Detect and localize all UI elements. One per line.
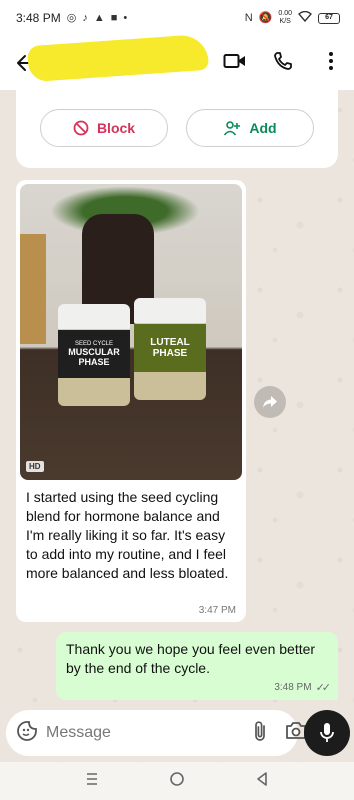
- mute-icon: 🔕: [258, 11, 273, 24]
- status-bar: 3:48 PM ◎ ♪ ▲ ■ • N 🔕 0.00 K/S 67: [0, 0, 354, 36]
- photo-background-object: [20, 234, 46, 344]
- incoming-message-bubble[interactable]: SEED CYCLE MUSCULAR PHASE LUTEAL PHASE H…: [16, 180, 246, 622]
- back-triangle-icon: [257, 771, 267, 786]
- wifi-icon: [298, 10, 312, 25]
- video-call-icon: [223, 54, 245, 68]
- microphone-icon: [320, 723, 334, 742]
- unknown-contact-card: Block Add: [16, 88, 338, 168]
- product-jar-muscular: SEED CYCLE MUSCULAR PHASE: [58, 304, 130, 406]
- network-speed: 0.00 K/S: [278, 10, 292, 25]
- battery-icon: 67: [318, 12, 340, 24]
- forward-button[interactable]: [254, 386, 286, 418]
- block-label: Block: [96, 120, 136, 136]
- message-input[interactable]: [46, 724, 253, 742]
- voice-call-icon: [274, 52, 292, 70]
- incoming-message-text: I started using the seed cycling blend f…: [26, 489, 229, 581]
- dot-icon: •: [123, 11, 128, 24]
- hd-badge: HD: [26, 461, 44, 472]
- outgoing-message-time: 3:48 PM: [274, 682, 312, 693]
- more-vert-icon: [329, 52, 333, 70]
- outgoing-message-text: Thank you we hope you feel even better b…: [66, 641, 316, 676]
- paperclip-icon: [255, 720, 265, 741]
- product-jar-luteal: LUTEAL PHASE: [134, 298, 206, 400]
- video-call-button[interactable]: [222, 48, 248, 74]
- add-person-icon: [224, 121, 241, 136]
- double-check-icon: ✓✓: [315, 682, 332, 694]
- sticker-icon: [17, 720, 37, 741]
- voice-call-button[interactable]: [270, 48, 296, 74]
- recent-apps-icon: [87, 772, 97, 785]
- recent-apps-button[interactable]: [85, 772, 99, 791]
- alert-icon: ▲: [93, 11, 105, 24]
- voice-message-button[interactable]: [304, 710, 350, 756]
- home-button[interactable]: [169, 771, 185, 792]
- message-photo[interactable]: SEED CYCLE MUSCULAR PHASE LUTEAL PHASE H…: [20, 184, 242, 480]
- chat-header: [0, 33, 354, 90]
- back-nav-button[interactable]: [255, 771, 269, 792]
- block-icon: [73, 120, 89, 136]
- home-icon: [170, 771, 184, 786]
- add-label: Add: [249, 120, 277, 136]
- product-2-label: LUTEAL PHASE: [134, 324, 206, 372]
- add-contact-button[interactable]: Add: [186, 109, 314, 147]
- product-1-label: MUSCULAR PHASE: [68, 347, 120, 367]
- notification-square-icon: ■: [110, 11, 118, 24]
- attach-button[interactable]: [253, 720, 267, 747]
- status-time: 3:48 PM: [16, 11, 61, 25]
- forward-icon: [263, 396, 277, 408]
- tiktok-icon: ♪: [82, 11, 88, 24]
- sticker-button[interactable]: [16, 720, 38, 747]
- system-navigation-bar: [0, 762, 354, 800]
- incoming-message-time: 3:47 PM: [198, 605, 236, 616]
- nfc-icon: N: [244, 11, 253, 24]
- outgoing-message-bubble[interactable]: Thank you we hope you feel even better b…: [56, 632, 338, 700]
- instagram-icon: ◎: [66, 11, 77, 24]
- more-options-button[interactable]: [318, 48, 344, 74]
- block-button[interactable]: Block: [40, 109, 168, 147]
- message-composer: [6, 710, 306, 756]
- contact-name-redacted[interactable]: [26, 33, 210, 83]
